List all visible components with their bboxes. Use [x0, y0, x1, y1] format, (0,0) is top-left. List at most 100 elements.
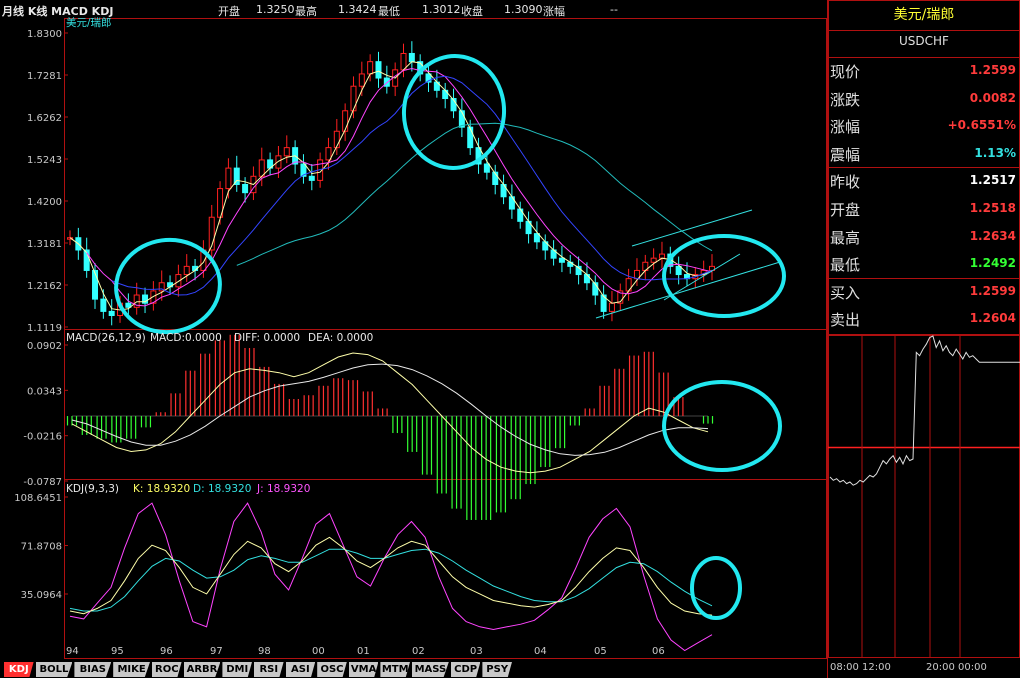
indicator-tab-roc[interactable]: ROC — [152, 662, 182, 677]
indicator-tab-boll[interactable]: BOLL — [35, 662, 73, 677]
candle-body — [467, 126, 474, 149]
kdj-axis-tick: 108.6451 — [14, 493, 62, 504]
quote-row: 涨跌 0.0082 — [828, 86, 1020, 112]
price-axis-tick: 1.1119 — [27, 323, 62, 334]
price-axis-tick: 1.7281 — [27, 71, 62, 82]
kdj-j-value: J: 18.9320 — [256, 483, 310, 495]
macd-value: MACD:0.0000 — [150, 332, 222, 344]
annotation-circle — [690, 556, 742, 620]
x-axis-tick: 06 — [652, 646, 665, 657]
macd-title: MACD(26,12,9) — [66, 332, 146, 344]
x-axis-tick: 97 — [210, 646, 223, 657]
quote-row-value: 1.2604 — [969, 311, 1016, 326]
quote-row: 昨收 1.2517 — [828, 168, 1020, 194]
candle-body — [650, 257, 657, 263]
macd-axis-tick: 0.0902 — [27, 341, 62, 352]
candle-body — [375, 61, 382, 79]
kdj-title: KDJ(9,3,3) — [66, 483, 119, 495]
kdj-k-line — [69, 536, 713, 616]
candle-body — [675, 265, 682, 276]
indicator-tab-arbr[interactable]: ARBR — [183, 662, 221, 677]
quote-row-label: 卖出 — [830, 311, 861, 330]
candle-body — [183, 265, 190, 276]
indicator-tab-vma[interactable]: VMA — [348, 662, 379, 677]
price-axis-tick: 1.8300 — [27, 29, 62, 40]
indicator-tab-cdp[interactable]: CDP — [450, 662, 481, 677]
kdj-k-value: K: 18.9320 — [133, 483, 190, 495]
candle-body — [483, 163, 490, 173]
indicator-tab-mass[interactable]: MASS — [412, 662, 449, 677]
x-axis-tick: 05 — [594, 646, 607, 657]
quote-symbol-name: 美元/瑞郎 — [893, 7, 955, 23]
indicator-tab-mike[interactable]: MIKE — [113, 662, 150, 677]
quote-row: 涨幅 +0.6551% — [828, 113, 1020, 139]
symbol-label: 美元/瑞郎 — [66, 16, 112, 29]
quote-row-label: 最高 — [830, 228, 861, 247]
time-mid1: 12:00 — [862, 662, 891, 673]
candle-body — [658, 253, 665, 259]
trend-line-mid — [663, 253, 741, 301]
quote-row: 现价 1.2599 — [828, 58, 1020, 84]
x-axis-tick: 00 — [312, 646, 325, 657]
indicator-tab-asi[interactable]: ASI — [285, 662, 316, 677]
kdj-axis-tick: 71.8708 — [21, 542, 62, 553]
quote-row: 最高 1.2634 — [828, 224, 1020, 250]
indicator-tab-mtm[interactable]: MTM — [380, 662, 410, 677]
quote-row-value: 0.0082 — [969, 90, 1016, 105]
candle-body — [442, 89, 449, 100]
kdj-axis-tick: 35.0964 — [21, 590, 62, 601]
indicator-tab-rsi[interactable]: RSI — [254, 662, 284, 677]
quote-row-label: 现价 — [830, 63, 861, 81]
indicator-tab-bar: KDJ BOLL BIAS MIKE ROC ARBR DMI RSI ASI OSC VMA MTM… — [0, 661, 826, 678]
quote-row-label: 涨幅 — [830, 118, 861, 137]
quote-row-label: 开盘 — [830, 201, 861, 219]
price-axis-tick: 1.2162 — [27, 281, 62, 292]
candle-body — [275, 155, 282, 169]
macd-dea-line — [71, 363, 709, 456]
x-axis-tick: 04 — [534, 646, 547, 657]
quote-row-value: 1.2518 — [969, 201, 1016, 215]
quote-row-value: 1.2599 — [969, 63, 1016, 77]
candle-body — [558, 257, 565, 263]
time-mid2: 20:00 — [926, 662, 955, 673]
kdj-j-line — [69, 502, 713, 652]
quote-row: 最低 1.2492 — [828, 251, 1020, 277]
quote-row: 开盘 1.2518 — [828, 196, 1020, 222]
quote-row-value: 1.2517 — [969, 173, 1016, 188]
price-axis-tick: 1.3181 — [27, 239, 62, 250]
indicator-tab-bias[interactable]: BIAS — [74, 662, 112, 677]
x-axis-tick: 02 — [412, 646, 425, 657]
quote-row-label: 涨跌 — [830, 90, 861, 109]
quote-row-label: 震幅 — [830, 145, 861, 164]
quote-row-value: 1.13% — [974, 145, 1016, 160]
candle-body — [350, 85, 357, 112]
price-axis-tick: 1.6262 — [27, 113, 62, 124]
candle-body — [325, 147, 332, 161]
candle-body — [308, 175, 315, 181]
x-axis-tick: 01 — [357, 646, 370, 657]
indicator-tab-kdj[interactable]: KDJ — [4, 662, 34, 677]
x-axis-tick: 94 — [66, 646, 79, 657]
intraday-price-line — [829, 335, 996, 486]
quote-symbol-code: USDCHF — [899, 34, 949, 48]
macd-dea-value: DEA: 0.0000 — [308, 332, 373, 344]
kdj-d-value: D: 18.9320 — [193, 483, 251, 495]
candle-body — [92, 269, 99, 300]
indicator-tab-dmi[interactable]: DMI — [222, 662, 252, 677]
quote-row: 买入 1.2599 — [828, 279, 1020, 305]
candle-body — [408, 52, 415, 63]
indicator-tab-osc[interactable]: OSC — [317, 662, 347, 677]
candle-body — [342, 110, 349, 132]
quote-row-value: 1.2492 — [969, 256, 1016, 271]
price-axis-tick: 1.5243 — [27, 155, 62, 166]
indicator-tab-psy[interactable]: PSY — [482, 662, 512, 677]
macd-axis-tick: -0.0787 — [23, 477, 62, 488]
annotation-circle — [662, 234, 786, 318]
candle-body — [358, 73, 365, 87]
price-axis-tick: 1.4200 — [27, 197, 62, 208]
candle-body — [258, 159, 265, 177]
intraday-border — [828, 335, 1020, 658]
candle-body — [333, 130, 340, 149]
price-panel — [67, 41, 781, 326]
quote-row-label: 买入 — [830, 283, 861, 302]
